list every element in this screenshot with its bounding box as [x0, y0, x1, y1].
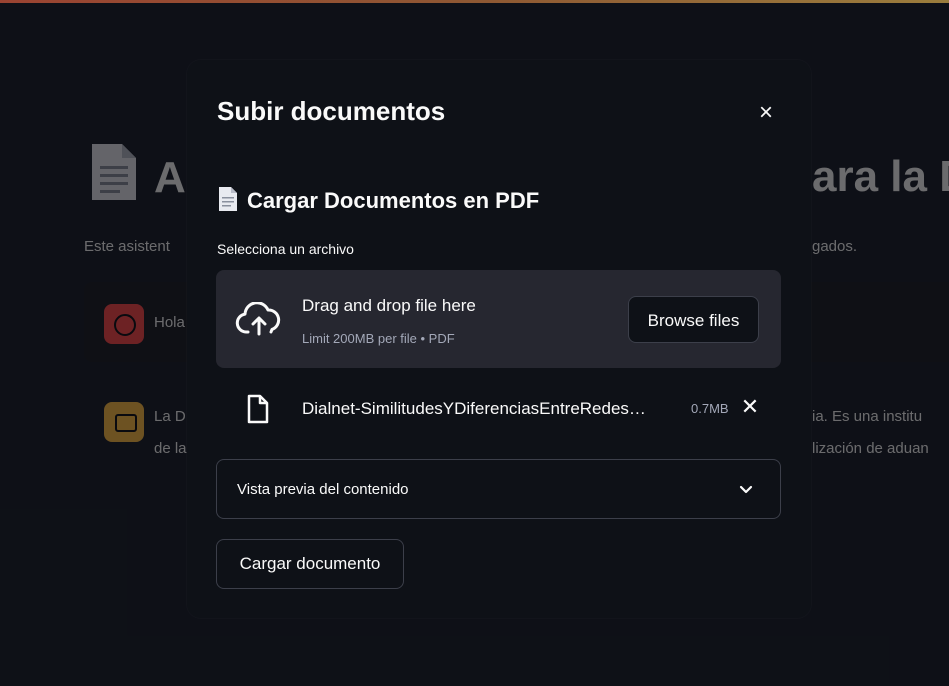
load-document-button[interactable]: Cargar documento	[216, 539, 404, 589]
dropzone-limit: Limit 200MB per file • PDF	[302, 331, 455, 346]
file-uploader-label: Selecciona un archivo	[217, 241, 354, 257]
upload-dialog: Subir documentos × Cargar Documentos en …	[187, 60, 811, 618]
expander-label: Vista previa del contenido	[237, 481, 409, 498]
remove-file-button[interactable]: ✕	[739, 396, 761, 418]
dropzone-instructions: Drag and drop file here	[302, 296, 476, 315]
close-button[interactable]: ×	[753, 100, 779, 126]
document-icon	[219, 187, 237, 211]
section-title-text: Cargar Documentos en PDF	[247, 188, 540, 213]
file-icon	[247, 394, 269, 424]
uploaded-file-name: Dialnet-SimilitudesYDiferenciasEntreRede…	[302, 399, 646, 418]
chevron-down-icon	[739, 485, 753, 494]
cloud-upload-icon	[235, 302, 281, 336]
file-dropzone[interactable]: Drag and drop file here Limit 200MB per …	[216, 270, 781, 368]
browse-files-button[interactable]: Browse files	[628, 296, 759, 343]
content-preview-expander[interactable]: Vista previa del contenido	[216, 459, 781, 519]
uploaded-file-item: Dialnet-SimilitudesYDiferenciasEntreRede…	[216, 388, 781, 432]
dialog-title: Subir documentos	[217, 96, 446, 126]
section-title: Cargar Documentos en PDF	[217, 186, 539, 214]
uploaded-file-size: 0.7MB	[691, 401, 729, 416]
